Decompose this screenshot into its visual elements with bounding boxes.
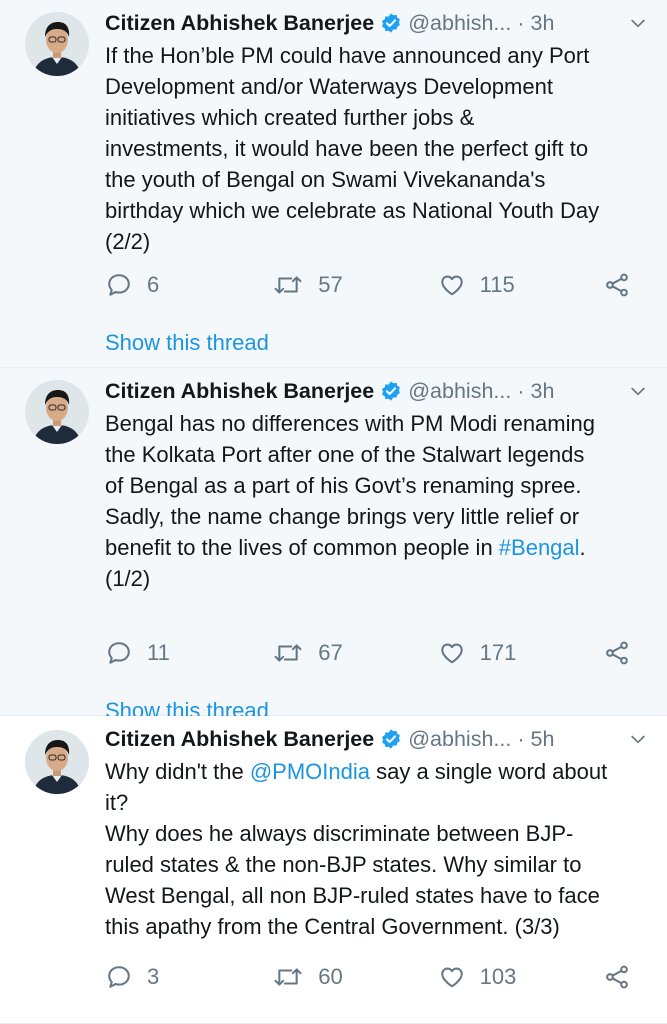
like-button[interactable]: 171 bbox=[438, 640, 603, 666]
like-icon bbox=[438, 964, 466, 990]
avatar[interactable] bbox=[25, 12, 89, 76]
tweet-card[interactable]: Citizen Abhishek Banerjee @abhish... · 5… bbox=[0, 716, 667, 1024]
reply-button[interactable]: 6 bbox=[105, 272, 272, 298]
chevron-down-icon[interactable] bbox=[627, 380, 649, 402]
share-icon bbox=[603, 640, 631, 666]
tweet-text-part: say a single word about it? Why does he … bbox=[105, 759, 608, 939]
tweet-card[interactable]: Citizen Abhishek Banerjee @abhish... · 3… bbox=[0, 368, 667, 723]
tweet-actions: 6 57 115 bbox=[105, 272, 645, 298]
verified-badge-icon bbox=[380, 12, 402, 34]
like-button[interactable]: 103 bbox=[438, 964, 603, 990]
tweet-text: Bengal has no differences with PM Modi r… bbox=[105, 408, 649, 594]
tweet-actions: 3 60 103 bbox=[105, 964, 645, 990]
reply-count: 6 bbox=[147, 272, 160, 297]
retweet-count: 60 bbox=[318, 964, 343, 989]
separator-dot: · bbox=[517, 378, 525, 403]
chevron-down-icon[interactable] bbox=[627, 728, 649, 750]
chevron-down-icon[interactable] bbox=[627, 12, 649, 34]
retweet-button[interactable]: 57 bbox=[272, 272, 437, 298]
reply-icon bbox=[105, 640, 133, 666]
avatar[interactable] bbox=[25, 380, 89, 444]
share-button[interactable] bbox=[603, 640, 645, 666]
tweet-actions: 11 67 171 bbox=[105, 640, 645, 666]
like-button[interactable]: 115 bbox=[438, 272, 603, 298]
timestamp[interactable]: 3h bbox=[531, 379, 555, 404]
author-handle[interactable]: @abhish... bbox=[408, 379, 511, 404]
author-name[interactable]: Citizen Abhishek Banerjee bbox=[105, 379, 374, 404]
share-button[interactable] bbox=[603, 272, 645, 298]
like-count: 115 bbox=[479, 272, 515, 297]
author-name[interactable]: Citizen Abhishek Banerjee bbox=[105, 11, 374, 36]
avatar[interactable] bbox=[25, 730, 89, 794]
retweet-button[interactable]: 67 bbox=[272, 640, 437, 666]
tweet-card[interactable]: Citizen Abhishek Banerjee @abhish... · 3… bbox=[0, 0, 667, 368]
reply-count: 11 bbox=[147, 640, 170, 665]
retweet-icon bbox=[272, 272, 304, 298]
share-icon bbox=[603, 964, 631, 990]
share-button[interactable] bbox=[603, 964, 645, 990]
verified-badge-icon bbox=[380, 728, 402, 750]
share-icon bbox=[603, 272, 631, 298]
like-count: 103 bbox=[479, 964, 517, 989]
reply-icon bbox=[105, 272, 133, 298]
tweet-text: If the Hon’ble PM could have announced a… bbox=[105, 43, 600, 254]
retweet-count: 57 bbox=[318, 272, 343, 297]
retweet-count: 67 bbox=[318, 640, 343, 665]
reply-button[interactable]: 11 bbox=[105, 640, 272, 666]
retweet-button[interactable]: 60 bbox=[272, 964, 437, 990]
retweet-icon bbox=[272, 640, 304, 666]
tweet-text-part: Why didn't the bbox=[105, 759, 250, 784]
author-name[interactable]: Citizen Abhishek Banerjee bbox=[105, 727, 374, 752]
hashtag-link[interactable]: #Bengal bbox=[499, 535, 580, 560]
reply-button[interactable]: 3 bbox=[105, 964, 272, 990]
retweet-icon bbox=[272, 964, 304, 990]
author-handle[interactable]: @abhish... bbox=[408, 11, 511, 36]
reply-icon bbox=[105, 964, 133, 990]
separator-dot: · bbox=[517, 726, 525, 751]
author-handle[interactable]: @abhish... bbox=[408, 727, 511, 752]
reply-count: 3 bbox=[147, 964, 160, 989]
like-count: 171 bbox=[479, 640, 517, 665]
tweet-text: Why didn't the @PMOIndia say a single wo… bbox=[105, 756, 649, 942]
like-icon bbox=[438, 272, 466, 298]
timestamp[interactable]: 5h bbox=[531, 727, 555, 752]
verified-badge-icon bbox=[380, 380, 402, 402]
show-thread-link[interactable]: Show this thread bbox=[105, 330, 269, 356]
like-icon bbox=[438, 640, 466, 666]
separator-dot: · bbox=[517, 10, 525, 35]
timestamp[interactable]: 3h bbox=[531, 11, 555, 36]
mention-link[interactable]: @PMOIndia bbox=[250, 759, 370, 784]
